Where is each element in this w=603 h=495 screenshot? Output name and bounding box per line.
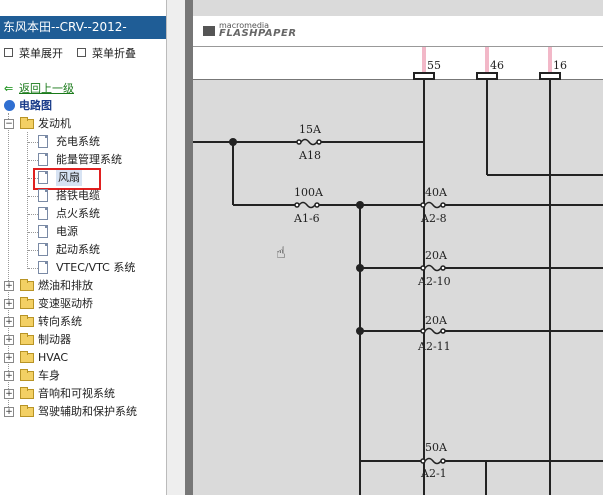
expand-toggle-icon[interactable]: + <box>4 389 14 399</box>
fuse-name: A18 <box>298 149 321 162</box>
expand-toggle-icon[interactable]: + <box>4 317 14 327</box>
tree-folder-label: 驾驶辅助和保护系统 <box>38 405 137 418</box>
connector-terminal <box>539 72 561 80</box>
tree-item-label: 电源 <box>56 225 78 238</box>
document-icon <box>38 207 48 220</box>
tree-item-label: 充电系统 <box>56 135 100 148</box>
collapse-menu-button[interactable]: 菜单折叠 <box>77 45 136 60</box>
folder-icon <box>20 387 34 399</box>
fuse-name: A2-8 <box>420 212 447 225</box>
tree-folder-label: HVAC <box>38 351 69 364</box>
expand-toggle-icon[interactable]: + <box>4 353 14 363</box>
hand-cursor-icon: ☝ <box>276 243 286 262</box>
expand-toggle-icon[interactable]: + <box>4 407 14 417</box>
selection-highlight <box>33 168 101 190</box>
tree-item-label: 搭铁电缆 <box>56 189 100 202</box>
fuse-rating: 20A <box>425 314 448 327</box>
viewer-frame-border <box>185 0 193 495</box>
tree-folder-label: 燃油和排放 <box>38 279 93 292</box>
connector-stub <box>422 47 426 73</box>
tree-folder-label: 发动机 <box>38 117 71 130</box>
document-icon <box>38 135 48 148</box>
circuit-root-icon <box>4 100 15 111</box>
collapse-toggle-icon[interactable]: − <box>4 119 14 129</box>
flashpaper-logo: macromedia FLASHPAPER <box>219 21 297 39</box>
fuse-name: A2-10 <box>417 275 451 288</box>
expand-toggle-icon[interactable]: + <box>4 299 14 309</box>
document-icon <box>38 225 48 238</box>
document-icon <box>38 153 48 166</box>
connector-terminal <box>476 72 498 80</box>
fuse-name: A2-1 <box>420 467 447 480</box>
back-link[interactable]: ⇐ 返回上一级 <box>4 80 74 96</box>
folder-icon <box>20 369 34 381</box>
tree-folder-label: 转向系统 <box>38 315 82 328</box>
expand-toggle-icon[interactable]: + <box>4 281 14 291</box>
document-icon <box>38 189 48 202</box>
wiring-diagram: 55 46 16 15A A18 100A A1-6 40A A2-8 20A … <box>193 47 603 495</box>
tree-item-label: 点火系统 <box>56 207 100 220</box>
expand-toggle-icon[interactable]: + <box>4 371 14 381</box>
fuse-rating: 15A <box>299 123 322 136</box>
fuse-name: A1-6 <box>293 212 320 225</box>
navigation-panel: 东风本田--CRV--2012- 菜单展开 菜单折叠 ⇐ 返回上一级 电路图 − … <box>0 0 167 495</box>
connector-terminal <box>413 72 435 80</box>
flashpaper-logo-icon <box>203 26 215 36</box>
document-icon <box>38 261 48 274</box>
tree-folder-label: 音响和可视系统 <box>38 387 115 400</box>
connector-label: 55 <box>427 59 441 72</box>
fuse-rating: 100A <box>294 186 324 199</box>
tree-item-label: 起动系统 <box>56 243 100 256</box>
collapse-icon <box>77 48 86 57</box>
connector-stub <box>548 47 552 73</box>
connector-label: 16 <box>553 59 567 72</box>
folder-open-icon <box>20 117 34 129</box>
fuse-rating: 50A <box>425 441 448 454</box>
fuse-rating: 20A <box>425 249 448 262</box>
expand-icon <box>4 48 13 57</box>
tree-folder-label: 车身 <box>38 369 60 382</box>
folder-icon <box>20 333 34 345</box>
tree-guide <box>8 113 9 413</box>
tree-folder-label: 变速驱动桥 <box>38 297 93 310</box>
fuse-rating: 40A <box>425 186 448 199</box>
folder-icon <box>20 297 34 309</box>
folder-icon <box>20 315 34 327</box>
tree-folder-label: 制动器 <box>38 333 71 346</box>
expand-menu-button[interactable]: 菜单展开 <box>4 45 63 60</box>
window-title: 东风本田--CRV--2012- <box>0 16 166 39</box>
fuse-name: A2-11 <box>417 340 451 353</box>
back-arrow-icon: ⇐ <box>4 82 14 95</box>
panel-splitter[interactable] <box>167 0 185 495</box>
tree-guide <box>27 132 28 269</box>
connector-label: 46 <box>490 59 504 72</box>
tree-item-label: VTEC/VTC 系统 <box>56 261 136 274</box>
expand-toggle-icon[interactable]: + <box>4 335 14 345</box>
tree-root-label: 电路图 <box>19 99 52 112</box>
tree-item-label: 能量管理系统 <box>56 153 122 166</box>
document-icon <box>38 243 48 256</box>
folder-icon <box>20 351 34 363</box>
folder-icon <box>20 405 34 417</box>
folder-icon <box>20 279 34 291</box>
connector-stub <box>485 47 489 73</box>
